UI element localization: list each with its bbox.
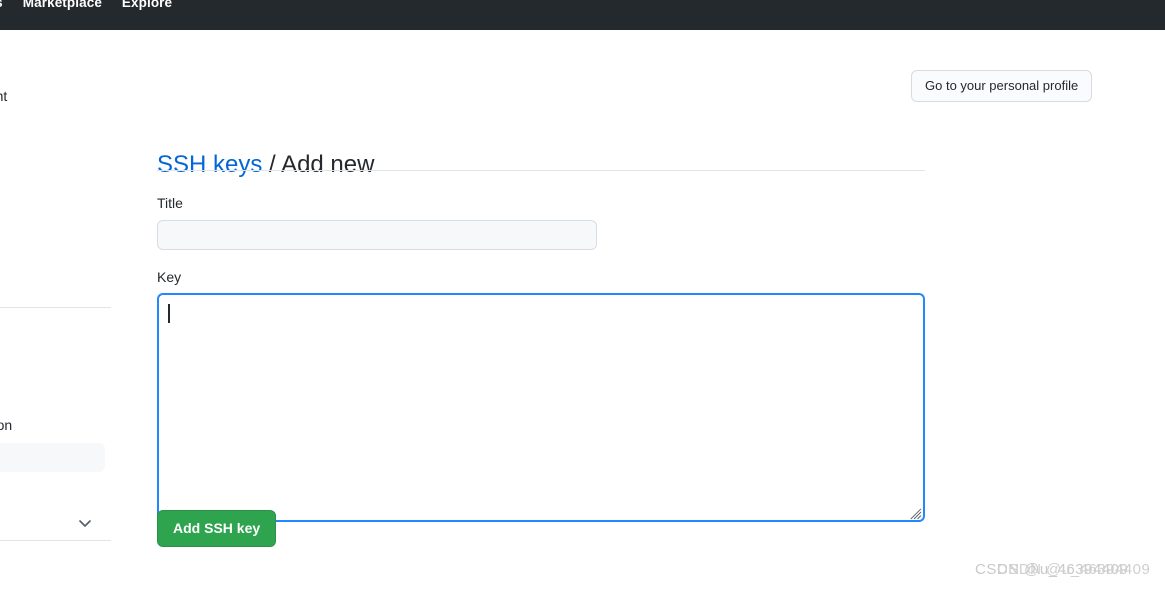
key-textarea-container: [157, 293, 925, 522]
title-input[interactable]: [157, 220, 597, 250]
key-field-label: Key: [157, 269, 182, 285]
add-ssh-key-button[interactable]: Add SSH key: [157, 510, 277, 547]
text-cursor: [168, 304, 170, 323]
page-title-current: Add new: [281, 151, 375, 179]
nav-link-explore[interactable]: Explore: [122, 0, 172, 10]
page-title-divider: [157, 170, 925, 171]
nav-link-marketplace[interactable]: Marketplace: [23, 0, 102, 10]
main-content: Go to your personal profile SSH keys / A…: [0, 30, 1165, 592]
ssh-keys-link[interactable]: SSH keys: [157, 151, 262, 178]
top-navigation-bar: ssues Marketplace Explore: [0, 0, 1165, 30]
go-to-personal-profile-button[interactable]: Go to your personal profile: [911, 70, 1093, 102]
top-nav-items: ssues Marketplace Explore: [0, 0, 172, 13]
page-title: SSH keys / Add new: [157, 150, 374, 180]
nav-link-issues[interactable]: ssues: [0, 0, 3, 10]
title-field-label: Title: [157, 195, 183, 211]
page-title-separator: /: [262, 151, 282, 179]
key-textarea[interactable]: [157, 293, 925, 522]
